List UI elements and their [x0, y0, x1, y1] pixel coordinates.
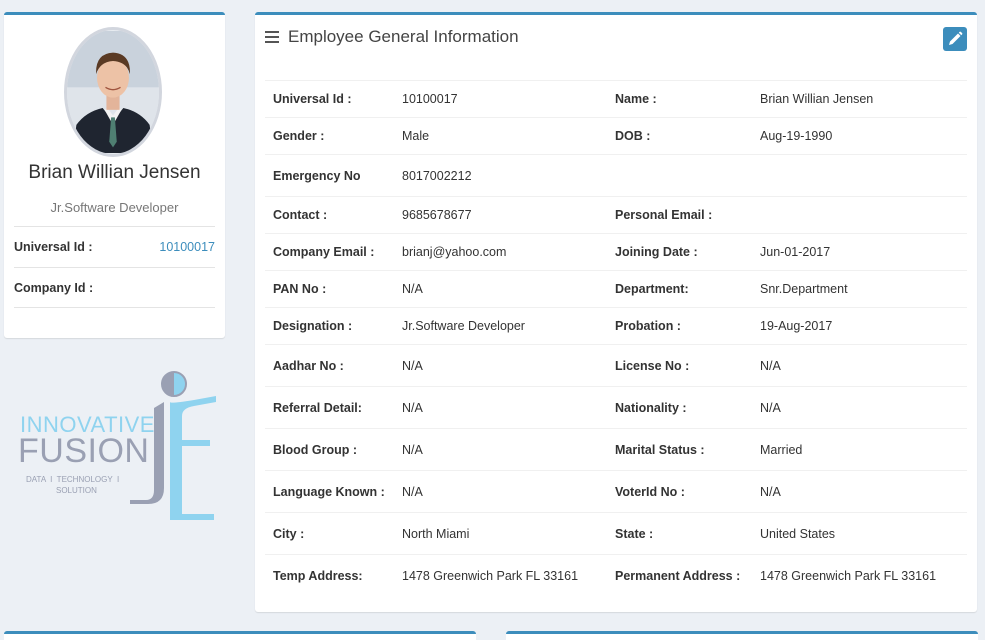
field-label: Blood Group : [273, 442, 358, 457]
profile-role: Jr.Software Developer [50, 200, 179, 215]
field-label: DOB : [615, 129, 651, 143]
panel-title: Employee General Information [288, 27, 519, 46]
table-row: Gender : Male DOB : Aug-19-1990 [265, 117, 967, 154]
field-value: Snr.Department [760, 282, 848, 296]
field-value: Brian Willian Jensen [760, 92, 874, 106]
logo-text-fusion: FUSION [18, 432, 150, 470]
field-value [760, 197, 967, 233]
field-label: Joining Date : [615, 245, 698, 259]
field-label [607, 155, 760, 196]
universal-id-link[interactable]: 10100017 [159, 240, 215, 254]
panel-header: Employee General Information [265, 25, 519, 49]
field-label: City : [273, 526, 305, 541]
field-label: Marital Status : [615, 442, 705, 457]
pencil-icon [949, 31, 963, 45]
field-value: 1478 Greenwich Park FL 33161 [760, 568, 937, 583]
field-value: North Miami [402, 526, 470, 541]
field-label: Designation : [273, 319, 353, 333]
table-row: Contact : 9685678677 Personal Email : [265, 196, 967, 233]
field-label: Name : [615, 92, 657, 106]
table-row: Language Known : N/A VoterId No : N/A [265, 470, 967, 512]
profile-details-list: Universal Id : 10100017 Company Id : [14, 226, 215, 308]
field-value: 1478 Greenwich Park FL 33161 [402, 568, 579, 583]
field-label: Referral Detail: [273, 400, 362, 415]
logo-tagline: DATA I TECHNOLOGY I [26, 475, 120, 484]
table-row: City : North Miami State : United States [265, 512, 967, 554]
employee-info-table: Universal Id : 10100017 Name : Brian Wil… [265, 80, 967, 596]
field-value: N/A [760, 400, 781, 415]
bottom-panel-left [4, 631, 476, 640]
field-value: 10100017 [402, 92, 458, 106]
list-item-universal-id: Universal Id : 10100017 [14, 226, 215, 267]
field-value: 9685678677 [402, 208, 472, 222]
field-value: N/A [402, 282, 423, 296]
profile-photo [67, 30, 159, 154]
field-label: License No : [615, 358, 690, 373]
company-logo: INNOVATIVE FUSION DATA I TECHNOLOGY I SO… [18, 368, 228, 528]
field-value: Jun-01-2017 [760, 245, 831, 259]
table-row: Emergency No 8017002212 [265, 154, 967, 196]
field-value: N/A [760, 358, 781, 373]
field-value: Male [402, 129, 430, 143]
table-row: Referral Detail: N/A Nationality : N/A [265, 386, 967, 428]
field-value: Jr.Software Developer [402, 319, 525, 333]
company-id-label: Company Id : [14, 280, 94, 295]
field-label: Language Known : [273, 484, 385, 499]
field-label: Permanent Address : [615, 568, 741, 583]
field-value: N/A [402, 358, 423, 373]
field-value: N/A [402, 400, 423, 415]
field-label: VoterId No : [615, 484, 685, 499]
table-row: Company Email : brianj@yahoo.com Joining… [265, 233, 967, 270]
table-row: Designation : Jr.Software Developer Prob… [265, 307, 967, 344]
edit-button[interactable] [943, 27, 967, 51]
field-value: Aug-19-1990 [760, 129, 833, 143]
list-item-company-id: Company Id : [14, 267, 215, 308]
field-label: Nationality : [615, 400, 687, 415]
field-value: N/A [402, 484, 423, 499]
field-value: brianj@yahoo.com [402, 245, 507, 259]
table-row: Temp Address: 1478 Greenwich Park FL 331… [265, 554, 967, 596]
field-value [760, 155, 967, 196]
table-row: PAN No : N/A Department: Snr.Department [265, 270, 967, 307]
universal-id-label: Universal Id : [14, 240, 93, 254]
table-row: Blood Group : N/A Marital Status : Marri… [265, 428, 967, 470]
logo-tagline-2: SOLUTION [56, 486, 97, 495]
field-label: Emergency No [273, 168, 361, 183]
field-label: Probation : [615, 319, 681, 333]
field-label: Personal Email : [615, 208, 713, 222]
table-row: Aadhar No : N/A License No : N/A [265, 344, 967, 386]
employee-info-panel: Employee General Information Universal I… [255, 12, 977, 612]
field-value: 8017002212 [402, 168, 472, 183]
profile-name: Brian Willian Jensen [28, 162, 201, 183]
avatar [64, 27, 162, 157]
field-label: Temp Address: [273, 568, 363, 583]
field-label: Aadhar No : [273, 358, 344, 373]
bottom-panel-right [506, 631, 978, 640]
field-value: 19-Aug-2017 [760, 319, 833, 333]
field-label: State : [615, 526, 654, 541]
table-row: Universal Id : 10100017 Name : Brian Wil… [265, 80, 967, 117]
field-label: Universal Id : [273, 92, 352, 106]
field-label: PAN No : [273, 282, 327, 296]
field-label: Gender : [273, 129, 325, 143]
field-value: N/A [760, 484, 781, 499]
field-value: N/A [402, 442, 423, 457]
profile-card: Brian Willian Jensen Jr.Software Develop… [4, 12, 225, 338]
field-label: Department: [615, 282, 689, 296]
field-label: Contact : [273, 208, 328, 222]
bars-icon [265, 31, 279, 43]
field-value: United States [760, 526, 836, 541]
field-value: Married [760, 442, 803, 457]
field-label: Company Email : [273, 245, 375, 259]
